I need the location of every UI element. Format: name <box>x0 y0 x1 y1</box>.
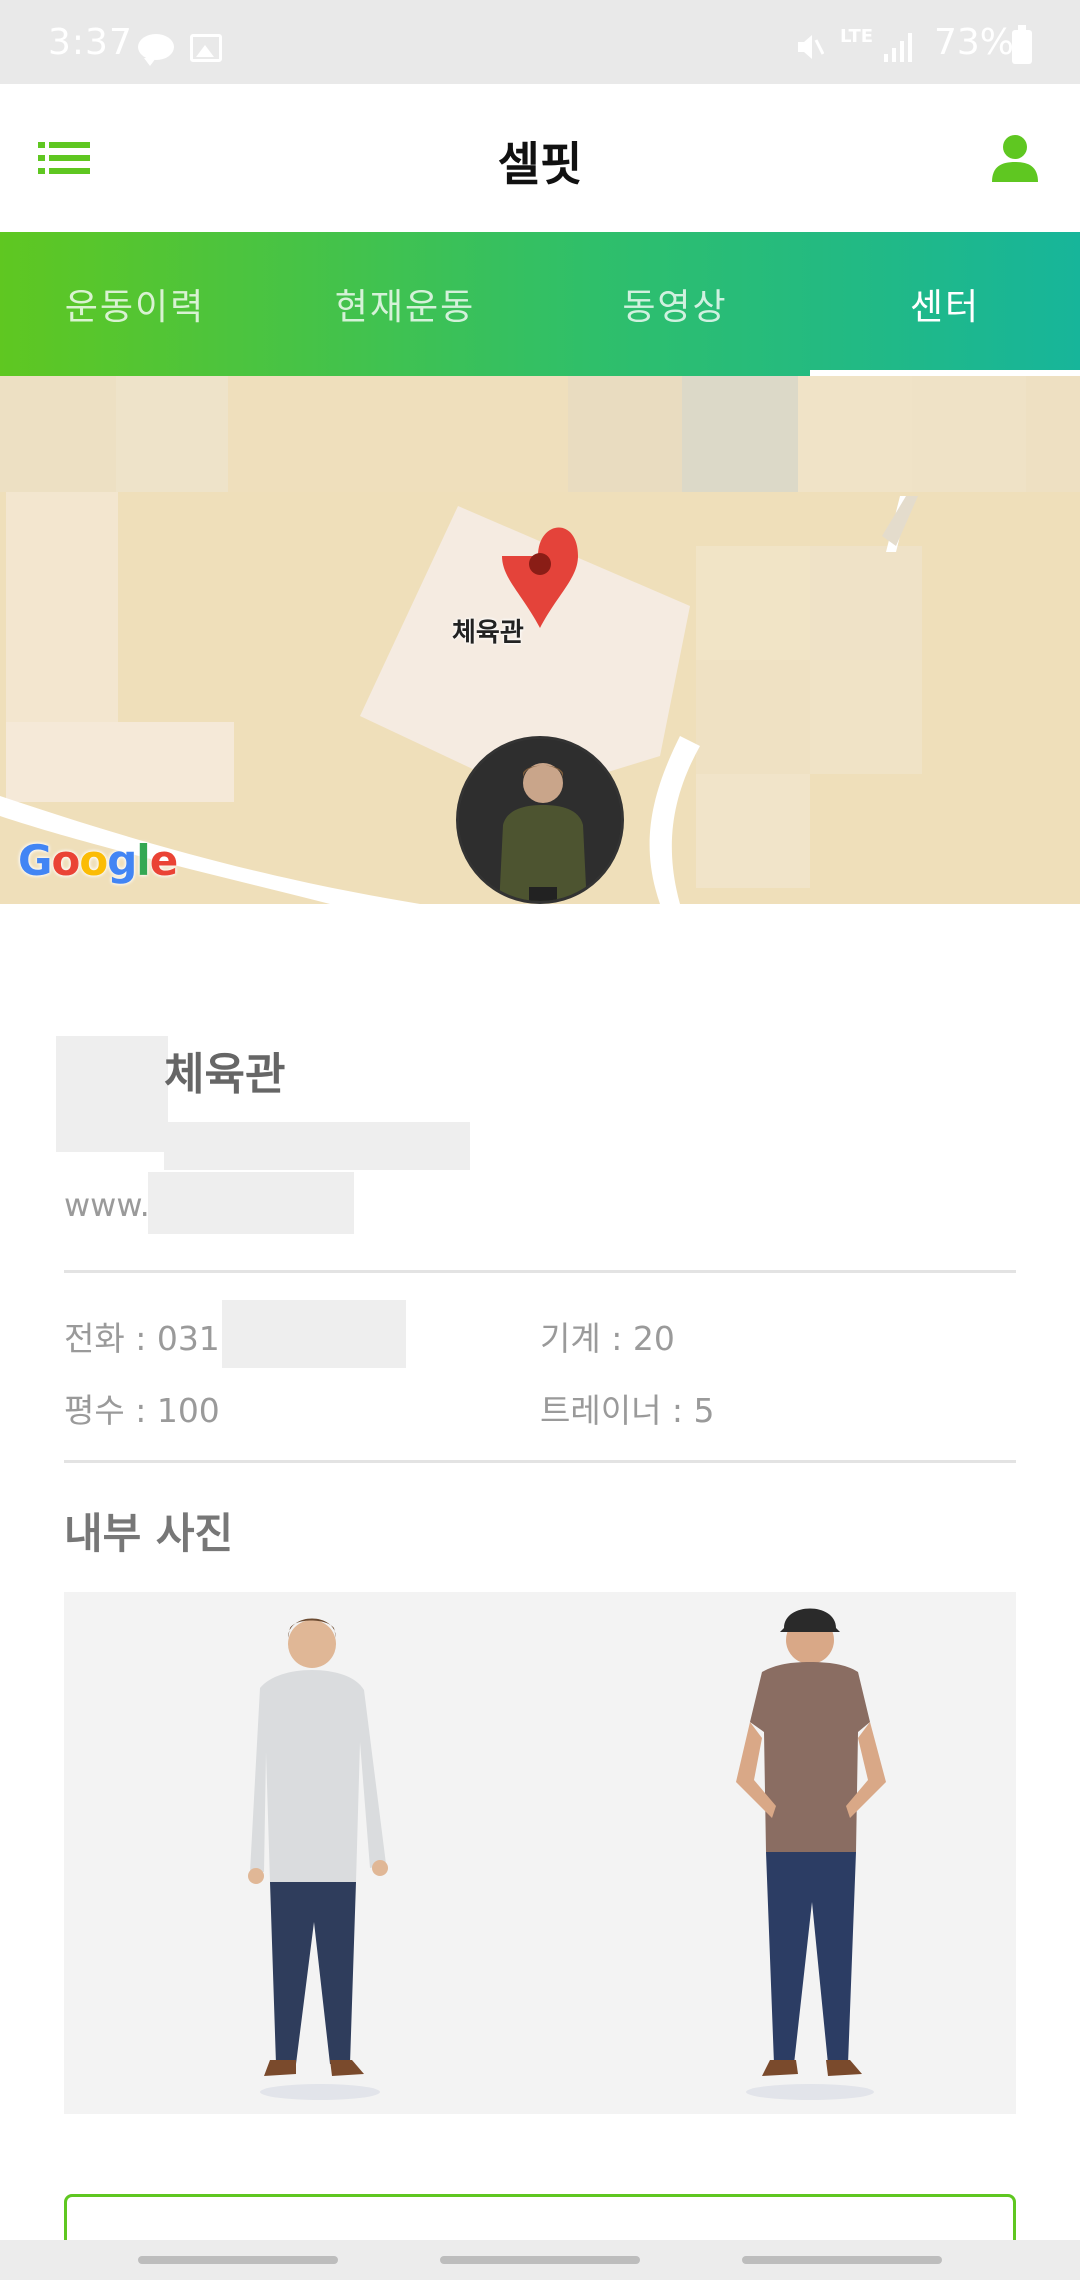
system-nav-bar <box>0 2240 1080 2280</box>
divider <box>64 1270 1016 1273</box>
center-info: 체육관 www. <box>56 1000 1016 1240</box>
center-trainers: 트레이너 : 5 <box>540 1391 715 1430</box>
battery-percent: 73% <box>934 22 1015 63</box>
google-logo-l: l <box>136 836 150 885</box>
google-logo-g2: g <box>107 836 137 885</box>
interior-photo-gallery[interactable] <box>64 1592 1016 2114</box>
google-logo-o1: o <box>51 836 80 885</box>
gallery-title: 내부 사진 <box>64 1509 234 1558</box>
interior-photo[interactable] <box>64 1592 540 2114</box>
battery-icon <box>1012 25 1032 64</box>
gallery-icon <box>190 34 222 62</box>
center-area: 평수 : 100 <box>64 1391 220 1430</box>
trainer-avatar[interactable] <box>456 736 624 904</box>
nav-back-button[interactable] <box>742 2256 942 2264</box>
redacted-phone <box>222 1300 406 1368</box>
app-title: 셀핏 <box>497 137 583 191</box>
network-type: LTE <box>840 26 874 47</box>
mute-icon <box>798 35 824 59</box>
tab-videos[interactable]: 동영상 <box>540 232 810 376</box>
google-logo-e: e <box>149 836 178 885</box>
google-logo-o2: o <box>79 836 108 885</box>
interior-photo[interactable] <box>540 1592 1016 2114</box>
tab-bar: 운동이력 현재운동 동영상 센터 <box>0 232 1080 376</box>
redacted-logo <box>56 1036 168 1152</box>
signal-icon <box>884 33 912 62</box>
divider <box>64 1460 1016 1463</box>
map-pin-label: 체육관 <box>452 618 524 648</box>
redacted-url <box>148 1172 354 1234</box>
center-name: 체육관 <box>164 1049 286 1100</box>
status-time: 3:37 <box>48 22 133 63</box>
center-machines: 기계 : 20 <box>540 1319 675 1358</box>
tab-workout-history[interactable]: 운동이력 <box>0 232 270 376</box>
nav-home-button[interactable] <box>440 2256 640 2264</box>
center-url[interactable]: www. <box>64 1186 150 1224</box>
kakaotalk-icon <box>138 34 174 66</box>
status-bar: 3:37 LTE 73% <box>0 0 1080 84</box>
tab-center[interactable]: 센터 <box>810 232 1080 376</box>
person-icon[interactable] <box>990 134 1040 182</box>
tab-current-workout[interactable]: 현재운동 <box>270 232 540 376</box>
redacted-address <box>164 1122 470 1170</box>
app-header: 셀핏 <box>0 84 1080 232</box>
google-logo-g1: G <box>18 836 52 885</box>
nav-recent-button[interactable] <box>138 2256 338 2264</box>
center-phone[interactable]: 전화 : 031 <box>64 1312 220 1360</box>
google-logo: Google <box>18 836 178 885</box>
map-view[interactable]: 체육관 Google <box>0 376 1080 904</box>
